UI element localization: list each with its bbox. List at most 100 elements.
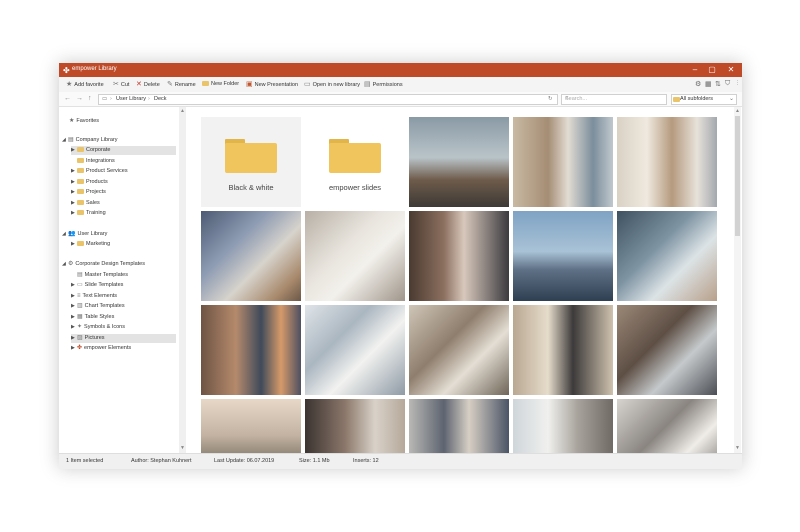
symbols-icon: ✦	[77, 324, 83, 330]
content-scrollbar[interactable]: ▲ ▼	[734, 107, 741, 453]
grid-view-icon[interactable]: ▦	[705, 80, 712, 88]
tree-item-master-templates[interactable]: ▤ Master Templates	[71, 271, 128, 280]
picture-tile-office[interactable]	[409, 117, 509, 207]
more-icon[interactable]: ⋮	[735, 80, 740, 86]
picture-tile-team-laughing[interactable]	[201, 305, 301, 395]
rename-icon: ✎	[167, 81, 173, 88]
tree-item-slide-templates[interactable]: ▶ ▭ Slide Templates	[71, 281, 123, 290]
picture-tile-workspace[interactable]	[409, 305, 509, 395]
empower-logo-icon: ✤	[63, 66, 70, 75]
scroll-down-icon[interactable]: ▼	[180, 445, 185, 451]
breadcrumb-deck[interactable]: Deck	[154, 96, 167, 102]
content-grid: Black & white empower slides	[188, 107, 734, 453]
table-icon: ▦	[77, 314, 83, 320]
picture-tile-woman-smiling[interactable]	[409, 211, 509, 301]
delete-icon: ✕	[136, 81, 142, 88]
subfolder-filter-select[interactable]: All subfolders ⌄	[671, 94, 737, 105]
scroll-up-icon[interactable]: ▲	[180, 108, 185, 114]
up-arrow-icon[interactable]: ↑	[88, 95, 92, 102]
settings-icon[interactable]: ⚙	[695, 80, 701, 88]
forward-arrow-icon[interactable]: →	[76, 95, 83, 102]
scissors-icon: ✂	[113, 81, 119, 88]
sort-icon[interactable]: ⇅	[715, 80, 721, 88]
back-arrow-icon[interactable]: ←	[64, 95, 71, 102]
open-new-library-button[interactable]: ▭ Open in new library	[304, 80, 360, 89]
tree-item-chart-templates[interactable]: ▶ ▥ Chart Templates	[71, 302, 125, 311]
picture-tile-portrait[interactable]	[305, 399, 405, 453]
tree-item-corporate[interactable]: ▶ Corporate	[71, 146, 176, 155]
sidebar-scrollbar[interactable]: ▲ ▼	[179, 107, 186, 453]
path-field[interactable]: ▭ › User Library › Deck ↻	[98, 94, 558, 105]
delete-button[interactable]: ✕ Delete	[136, 80, 160, 89]
star-icon: ★	[66, 81, 73, 88]
new-presentation-button[interactable]: ▣ New Presentation	[246, 80, 298, 89]
folder-path-icon: ▭	[102, 96, 108, 102]
close-button[interactable]: ✕	[722, 65, 740, 75]
tree-item-marketing[interactable]: ▶ Marketing	[71, 240, 110, 249]
scroll-thumb[interactable]	[735, 116, 740, 236]
window-title: empower Library	[72, 66, 117, 72]
title-bar: ✤ empower Library – ▢ ✕	[59, 63, 742, 77]
folder-icon	[77, 188, 84, 194]
sidebar-tree: ★ Favorites ◢ ▤ Company Library ▶ Corporate …	[59, 107, 188, 453]
tree-item-products[interactable]: ▶ Products	[71, 178, 108, 187]
folder-label: Black & white	[228, 183, 274, 192]
tree-item-pictures[interactable]: ▶ ▨ Pictures	[71, 334, 176, 343]
picture-tile-typing[interactable]	[617, 305, 717, 395]
picture-tile-documents[interactable]	[305, 305, 405, 395]
library-icon: ▤	[68, 137, 74, 143]
folder-icon	[77, 240, 84, 246]
picture-tile-laptop-couple[interactable]	[617, 117, 717, 207]
permissions-button[interactable]: ▤ Permissions	[364, 80, 403, 89]
tree-item-projects[interactable]: ▶ Projects	[71, 188, 106, 197]
tree-item-table-styles[interactable]: ▶ ▦ Table Styles	[71, 313, 114, 322]
folder-icon	[77, 167, 84, 173]
picture-tile-businessman[interactable]	[513, 305, 613, 395]
picture-tile-city[interactable]	[201, 399, 301, 453]
tree-company-library[interactable]: ◢ ▤ Company Library	[62, 136, 118, 145]
tree-item-text-elements[interactable]: ▶ ≡ Text Elements	[71, 292, 117, 301]
breadcrumb-user-library[interactable]: User Library	[116, 96, 146, 102]
picture-tile-glasses[interactable]	[305, 211, 405, 301]
chevron-down-icon: ⌄	[728, 96, 734, 102]
picture-tile-skyline[interactable]	[513, 211, 613, 301]
tree-item-sales[interactable]: ▶ Sales	[71, 199, 100, 208]
library-window: ✤ empower Library – ▢ ✕ ★ Add favorite ✂ C…	[59, 63, 742, 469]
new-folder-button[interactable]: New Folder	[202, 80, 239, 89]
picture-tile-laptop-chart[interactable]	[617, 399, 717, 453]
tree-item-symbols-icons[interactable]: ▶ ✦ Symbols & Icons	[71, 323, 125, 332]
folder-icon	[673, 97, 680, 102]
templates-icon: ⚙	[68, 261, 74, 267]
picture-tile-charts-desk[interactable]	[201, 211, 301, 301]
maximize-button[interactable]: ▢	[703, 65, 721, 75]
tree-user-library[interactable]: ◢ 👥 User Library	[62, 230, 107, 239]
status-inserts: Inserts: 12	[353, 458, 379, 464]
status-last-update: Last Update: 06.07.2019	[214, 458, 275, 464]
picture-tile-meeting[interactable]	[513, 117, 613, 207]
minimize-button[interactable]: –	[686, 65, 704, 75]
tree-item-training[interactable]: ▶ Training	[71, 209, 106, 218]
add-favorite-button[interactable]: ★ Add favorite	[66, 80, 104, 89]
search-icon: ⌕	[565, 95, 569, 101]
scroll-down-icon[interactable]: ▼	[735, 445, 740, 451]
tree-design-templates[interactable]: ◢ ⚙ Corporate Design Templates	[62, 260, 145, 269]
picture-icon: ▨	[77, 335, 83, 341]
picture-tile-laptop-hands[interactable]	[617, 211, 717, 301]
tree-item-integrations[interactable]: Integrations	[71, 157, 115, 166]
tree-favorites[interactable]: ★ Favorites	[69, 117, 99, 126]
rename-button[interactable]: ✎ Rename	[167, 80, 196, 89]
master-template-icon: ▤	[77, 272, 83, 278]
refresh-icon[interactable]: ↻	[548, 96, 553, 102]
picture-tile-presentation[interactable]	[513, 399, 613, 453]
picture-tile-group[interactable]	[409, 399, 509, 453]
filter-icon[interactable]: ⛉	[725, 80, 730, 88]
folder-tile-black-white[interactable]: Black & white	[201, 117, 301, 207]
empower-icon: ✤	[77, 345, 83, 351]
tree-item-empower-elements[interactable]: ▶ ✤ empower Elements	[71, 344, 131, 353]
search-input[interactable]: Search... ⌕	[561, 94, 667, 105]
folder-tile-empower-slides[interactable]: empower slides	[305, 117, 405, 207]
tree-item-product-services[interactable]: ▶ Product Services	[71, 167, 128, 176]
cut-button[interactable]: ✂ Cut	[113, 80, 129, 89]
status-selected: 1 Item selected	[66, 458, 104, 464]
scroll-up-icon[interactable]: ▲	[735, 108, 740, 114]
